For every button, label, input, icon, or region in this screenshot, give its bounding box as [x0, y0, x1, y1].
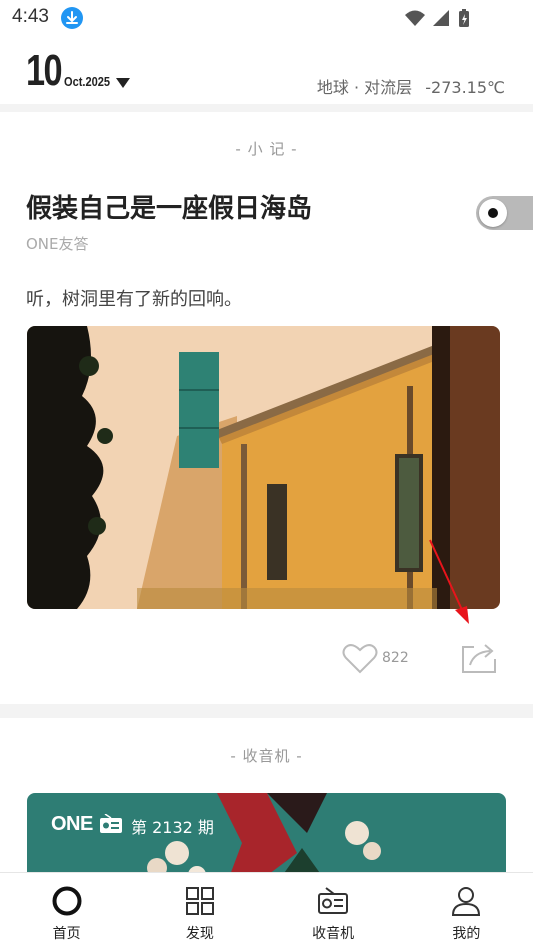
nav-radio[interactable]: 收音机 — [267, 873, 400, 948]
date-day[interactable]: 10 — [26, 46, 63, 96]
divider — [0, 104, 533, 112]
divider — [0, 704, 533, 718]
share-icon[interactable] — [460, 641, 498, 675]
battery-icon — [459, 9, 469, 27]
radio-icon — [318, 887, 349, 914]
article-description[interactable]: 听，树洞里有了新的回响。 — [26, 285, 242, 311]
like-count: 822 — [382, 650, 409, 666]
nav-label: 发现 — [185, 926, 214, 942]
status-icons — [403, 8, 493, 28]
nav-me[interactable]: 我的 — [400, 873, 533, 948]
nav-home[interactable]: 首页 — [0, 873, 133, 948]
record-icon — [479, 199, 507, 227]
date-header: 10 Oct.2025 地球 · 对流层 -273.15℃ — [0, 36, 533, 104]
home-circle-icon — [52, 886, 82, 916]
like-icon[interactable] — [342, 643, 378, 675]
red-arrow-annotation — [429, 539, 469, 624]
radio-brand-logo: ONE — [51, 813, 93, 835]
grid-icon — [185, 887, 214, 915]
nav-discover[interactable]: 发现 — [133, 873, 266, 948]
bottom-navigation: 首页 发现 收音机 我的 — [0, 872, 533, 948]
user-icon — [452, 887, 481, 916]
radio-episode-number: 第 2132 期 — [131, 818, 214, 837]
wifi-icon — [405, 10, 425, 26]
status-time: 4:43 — [12, 6, 49, 27]
nav-label: 首页 — [52, 926, 81, 942]
weather-temperature: -273.15℃ — [425, 78, 505, 97]
nav-label: 我的 — [452, 926, 481, 942]
note-section-label: - 小 记 - — [235, 140, 298, 158]
signal-icon — [433, 10, 449, 26]
article-title[interactable]: 假装自己是一座假日海岛 — [26, 188, 312, 225]
radio-section-label: - 收音机 - — [230, 747, 303, 765]
chevron-down-icon[interactable] — [116, 78, 130, 88]
nav-label: 收音机 — [312, 926, 355, 942]
radio-icon — [100, 814, 122, 833]
status-bar: 4:43 — [0, 0, 533, 36]
music-player-toggle[interactable] — [476, 196, 533, 230]
weather-location: 地球 · 对流层 — [316, 78, 413, 97]
download-icon — [61, 7, 83, 29]
radio-cover-image[interactable]: ONE 第 2132 期 — [27, 793, 506, 883]
date-month-year[interactable]: Oct.2025 — [64, 74, 110, 89]
weather-info: 地球 · 对流层 -273.15℃ — [309, 74, 505, 98]
article-author: ONE友答 — [26, 235, 89, 253]
